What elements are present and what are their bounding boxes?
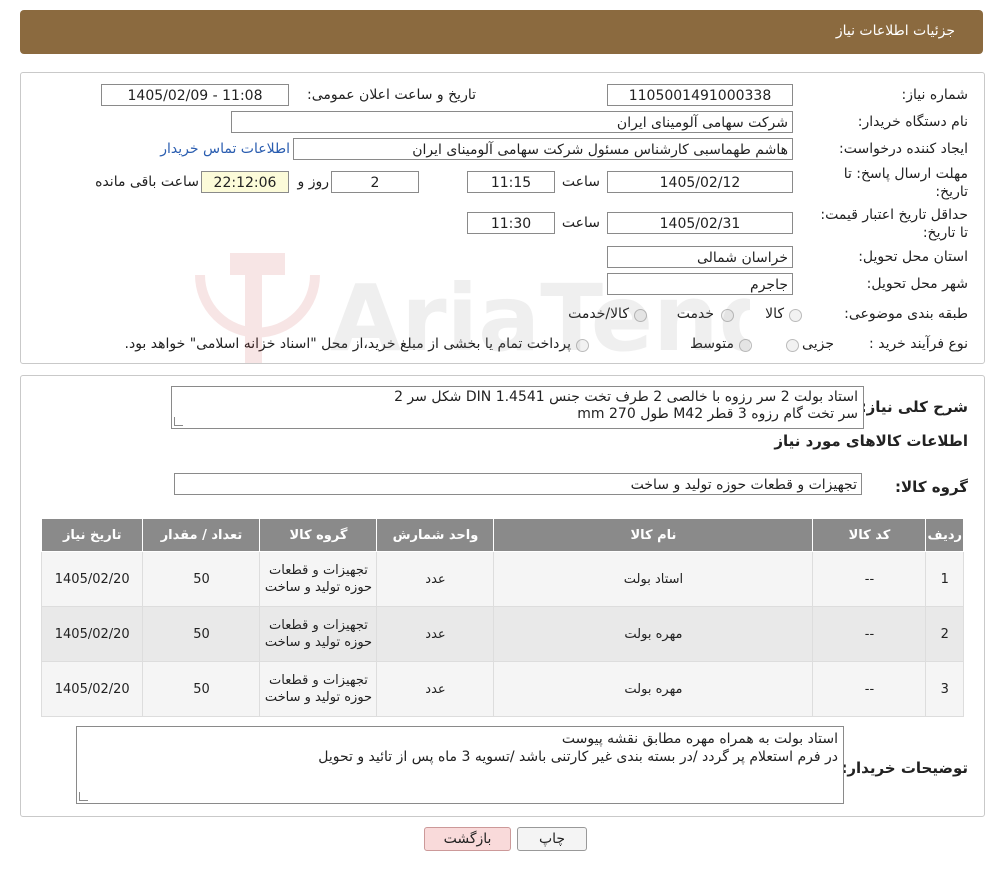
province-field: خراسان شمالی — [607, 246, 793, 268]
buyer-contact-link[interactable]: اطلاعات تماس خریدار — [160, 141, 290, 157]
validity-time-label: ساعت — [561, 215, 600, 231]
remaining-time-field: 22:12:06 — [201, 171, 289, 193]
item-need-date: 1405/02/20 — [40, 606, 144, 662]
row-number: 2 — [925, 606, 964, 662]
need-number-label: شماره نیاز: — [901, 87, 969, 103]
buyer-org-label: نام دستگاه خریدار: — [857, 114, 968, 130]
process-type-label: نوع فرآیند خرید : — [869, 336, 968, 352]
deadline-time-label: ساعت — [561, 174, 600, 190]
category-label: طبقه بندی موضوعی: — [844, 306, 968, 322]
col-unit: واحد شمارش — [376, 518, 495, 552]
deadline-date-field: 1405/02/12 — [607, 171, 793, 193]
category-radio-service[interactable] — [721, 309, 734, 322]
table-row: 1 -- استاد بولت عدد تجهیزات و قطعات حوزه… — [40, 551, 964, 607]
category-radio-goods[interactable] — [789, 309, 802, 322]
announce-datetime-field: 1405/02/09 - 11:08 — [101, 84, 289, 106]
col-item-group: گروه کالا — [259, 518, 378, 552]
table-row: 2 -- مهره بولت عدد تجهیزات و قطعات حوزه … — [40, 606, 964, 662]
print-button[interactable]: چاپ — [517, 827, 587, 851]
item-unit: عدد — [376, 551, 495, 607]
item-quantity: 50 — [142, 551, 261, 607]
goods-group-label: گروه کالا: — [895, 478, 968, 496]
category-option-goods-service: کالا/خدمت — [568, 306, 629, 322]
item-name: مهره بولت — [493, 661, 814, 717]
col-row-number: ردیف — [925, 518, 964, 552]
announce-label: تاریخ و ساعت اعلان عمومی: — [307, 87, 476, 103]
category-option-service: خدمت — [676, 306, 714, 322]
item-need-date: 1405/02/20 — [40, 661, 144, 717]
province-label: استان محل تحویل: — [858, 249, 968, 265]
item-unit: عدد — [376, 606, 495, 662]
category-radio-goods-service[interactable] — [634, 309, 647, 322]
buyer-notes-line-2: در فرم استعلام پر گردد /در بسته بندی غیر… — [318, 749, 838, 765]
row-number: 3 — [925, 661, 964, 717]
page-title: جزئیات اطلاعات نیاز — [835, 23, 955, 39]
category-option-goods: کالا — [765, 306, 784, 322]
creator-field: هاشم طهماسبی کارشناس مسئول شرکت سهامی آل… — [293, 138, 793, 160]
deadline-label: مهلت ارسال پاسخ: تا تاریخ: — [843, 166, 968, 200]
item-code: -- — [812, 551, 927, 607]
goods-info-title: اطلاعات کالاهای مورد نیاز — [774, 432, 968, 450]
page-header: جزئیات اطلاعات نیاز — [20, 10, 983, 54]
item-group: تجهیزات و قطعات حوزه تولید و ساخت — [259, 551, 378, 607]
city-label: شهر محل تحویل: — [866, 276, 968, 292]
row-number: 1 — [925, 551, 964, 607]
city-field: جاجرم — [607, 273, 793, 295]
buyer-notes-label: توضیحات خریدار: — [841, 759, 968, 777]
buyer-notes-textarea: استاد بولت به همراه مهره مطابق نقشه پیوس… — [76, 726, 844, 804]
item-code: -- — [812, 661, 927, 717]
days-field: 2 — [331, 171, 419, 193]
validity-label: حداقل تاریخ اعتبار قیمت: تا تاریخ: — [820, 207, 968, 241]
need-number-field: 1105001491000338 — [607, 84, 793, 106]
table-header-row: ردیف کد کالا نام کالا واحد شمارش گروه کا… — [40, 518, 964, 552]
buyer-notes-line-1: استاد بولت به همراه مهره مطابق نقشه پیوس… — [561, 731, 838, 747]
item-group: تجهیزات و قطعات حوزه تولید و ساخت — [259, 661, 378, 717]
summary-line-1: استاد بولت 2 سر رزوه با خالصی 2 طرف تخت … — [394, 389, 858, 405]
details-panel: شرح کلی نیاز: استاد بولت 2 سر رزوه با خا… — [20, 375, 985, 817]
goods-table: ردیف کد کالا نام کالا واحد شمارش گروه کا… — [40, 518, 964, 717]
process-treasury-note: پرداخت تمام یا بخشی از مبلغ خرید،از محل … — [124, 336, 571, 352]
validity-time-field: 11:30 — [467, 212, 555, 234]
col-item-name: نام کالا — [493, 518, 814, 552]
days-label: روز و — [297, 174, 330, 190]
resize-grip-icon[interactable] — [174, 417, 183, 426]
item-code: -- — [812, 606, 927, 662]
goods-group-field: تجهیزات و قطعات حوزه تولید و ساخت — [174, 473, 862, 495]
item-quantity: 50 — [142, 606, 261, 662]
summary-line-2: سر تخت گام رزوه 3 قطر M42 طول 270 mm — [577, 406, 858, 422]
process-radio-medium[interactable] — [739, 339, 752, 352]
buyer-org-field: شرکت سهامی آلومینای ایران — [231, 111, 793, 133]
deadline-time-field: 11:15 — [467, 171, 555, 193]
resize-grip-icon[interactable] — [79, 792, 88, 801]
summary-label: شرح کلی نیاز: — [860, 398, 968, 416]
remaining-time-label: ساعت باقی مانده — [95, 174, 199, 190]
col-need-date: تاریخ نیاز — [40, 518, 144, 552]
item-unit: عدد — [376, 661, 495, 717]
creator-label: ایجاد کننده درخواست: — [839, 141, 968, 157]
col-item-code: کد کالا — [812, 518, 927, 552]
process-option-partial: جزیی — [802, 336, 834, 352]
item-quantity: 50 — [142, 661, 261, 717]
item-name: استاد بولت — [493, 551, 814, 607]
validity-date-field: 1405/02/31 — [607, 212, 793, 234]
process-option-medium: متوسط — [690, 336, 734, 352]
process-radio-treasury[interactable] — [576, 339, 589, 352]
col-quantity: تعداد / مقدار — [142, 518, 261, 552]
item-group: تجهیزات و قطعات حوزه تولید و ساخت — [259, 606, 378, 662]
item-need-date: 1405/02/20 — [40, 551, 144, 607]
request-info-panel: شماره نیاز: 1105001491000338 تاریخ و ساع… — [20, 72, 985, 364]
process-radio-partial[interactable] — [786, 339, 799, 352]
item-name: مهره بولت — [493, 606, 814, 662]
back-button[interactable]: بازگشت — [424, 827, 511, 851]
table-row: 3 -- مهره بولت عدد تجهیزات و قطعات حوزه … — [40, 661, 964, 717]
summary-textarea: استاد بولت 2 سر رزوه با خالصی 2 طرف تخت … — [171, 386, 864, 429]
